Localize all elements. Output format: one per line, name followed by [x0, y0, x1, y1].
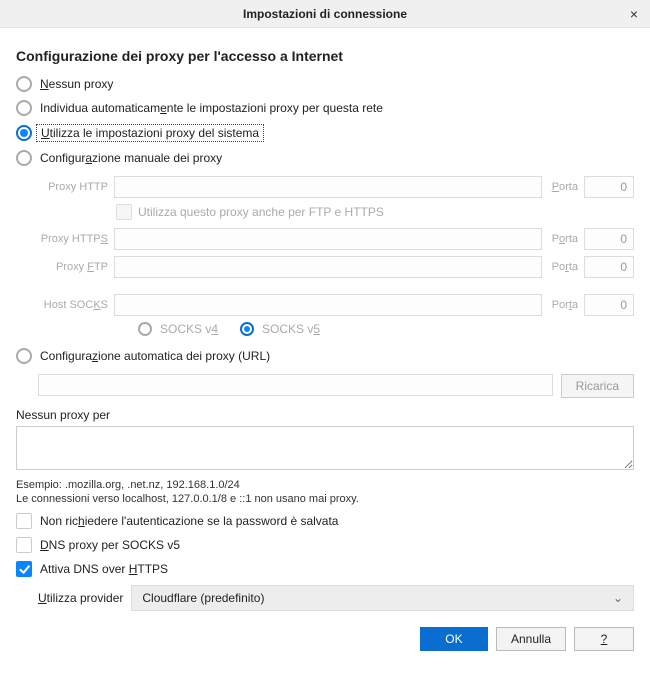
no-auth-checkbox-row[interactable]: Non richiedere l'autenticazione se la pa…	[16, 513, 634, 529]
section-heading: Configurazione dei proxy per l'accesso a…	[16, 48, 634, 64]
radio-icon	[16, 76, 32, 92]
titlebar: Impostazioni di connessione ×	[0, 0, 650, 28]
radio-auto-detect[interactable]: Individua automaticamente le impostazion…	[16, 96, 634, 120]
radio-pac[interactable]: Configurazione automatica dei proxy (URL…	[16, 344, 634, 368]
socks5-radio[interactable]	[240, 322, 254, 336]
https-port-input[interactable]	[584, 228, 634, 250]
socks-port-input[interactable]	[584, 294, 634, 316]
dialog-content: Configurazione dei proxy per l'accesso a…	[0, 28, 650, 667]
http-port-input[interactable]	[584, 176, 634, 198]
radio-icon	[16, 150, 32, 166]
manual-proxy-grid: Proxy HTTP Porta Utilizza questo proxy a…	[38, 176, 634, 336]
checkbox-icon	[16, 513, 32, 529]
reload-button[interactable]: Ricarica	[561, 374, 634, 398]
localhost-hint: Le connessioni verso localhost, 127.0.0.…	[16, 493, 634, 505]
ftp-label: Proxy FTP	[38, 261, 108, 273]
use-for-all-row[interactable]: Utilizza questo proxy anche per FTP e HT…	[116, 204, 634, 220]
no-proxy-label: Nessun proxy per	[16, 408, 634, 422]
socks-label: Host SOCKS	[38, 299, 108, 311]
provider-label: Utilizza provider	[38, 591, 123, 605]
https-proxy-input[interactable]	[114, 228, 542, 250]
checkbox-icon	[16, 561, 32, 577]
radio-icon	[16, 348, 32, 364]
radio-manual-proxy[interactable]: Configurazione manuale dei proxy	[16, 146, 634, 170]
radio-no-proxy[interactable]: Nessun proxy	[16, 72, 634, 96]
cancel-button[interactable]: Annulla	[496, 627, 566, 651]
ftp-port-input[interactable]	[584, 256, 634, 278]
checkbox-icon	[16, 537, 32, 553]
radio-system-proxy[interactable]: Utilizza le impostazioni proxy del siste…	[16, 120, 634, 146]
dialog-footer: OK Annulla ?	[16, 623, 634, 655]
https-label: Proxy HTTPS	[38, 233, 108, 245]
label: essun proxy	[49, 77, 114, 91]
dialog-title: Impostazioni di connessione	[243, 7, 407, 21]
checkbox-icon	[116, 204, 132, 220]
provider-value: Cloudflare (predefinito)	[142, 591, 264, 605]
doh-checkbox-row[interactable]: Attiva DNS over HTTPS	[16, 561, 634, 577]
close-icon[interactable]: ×	[624, 3, 644, 25]
pac-url-input[interactable]	[38, 374, 553, 396]
example-hint: Esempio: .mozilla.org, .net.nz, 192.168.…	[16, 479, 634, 491]
provider-select[interactable]: Cloudflare (predefinito) ⌄	[131, 585, 634, 611]
ok-button[interactable]: OK	[420, 627, 488, 651]
http-proxy-input[interactable]	[114, 176, 542, 198]
radio-icon	[16, 125, 32, 141]
radio-icon	[16, 100, 32, 116]
dns-socks-checkbox-row[interactable]: DNS proxy per SOCKS v5	[16, 537, 634, 553]
ftp-proxy-input[interactable]	[114, 256, 542, 278]
http-label: Proxy HTTP	[38, 181, 108, 193]
socks-version-group: SOCKS v4 SOCKS v5	[138, 322, 634, 336]
chevron-down-icon: ⌄	[613, 591, 623, 605]
socks-host-input[interactable]	[114, 294, 542, 316]
no-proxy-input[interactable]	[16, 426, 634, 470]
help-button[interactable]: ?	[574, 627, 634, 651]
socks4-radio[interactable]	[138, 322, 152, 336]
label: Utilizza questo proxy anche per FTP e HT…	[138, 205, 384, 219]
